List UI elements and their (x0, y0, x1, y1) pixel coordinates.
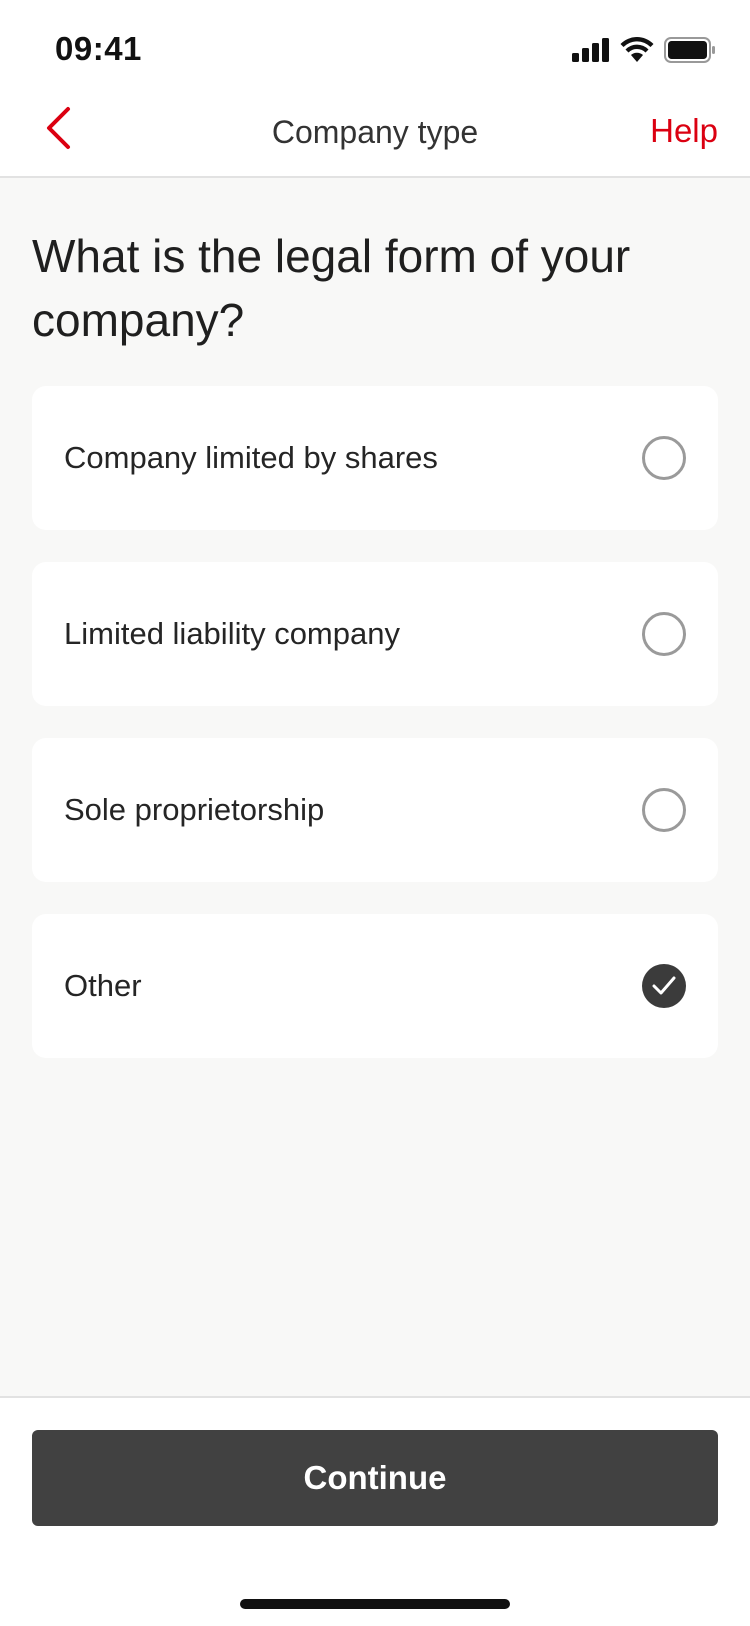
radio-unchecked-icon[interactable] (642, 612, 686, 656)
cellular-signal-icon (572, 37, 610, 67)
continue-button[interactable]: Continue (32, 1430, 718, 1526)
checkmark-icon (652, 976, 676, 995)
status-time: 09:41 (55, 30, 142, 67)
option-limited-liability-company[interactable]: Limited liability company (32, 562, 718, 706)
nav-title: Company type (271, 114, 479, 150)
radio-unchecked-icon[interactable] (642, 436, 686, 480)
option-label: Other (64, 968, 142, 1003)
option-other[interactable]: Other (32, 914, 718, 1058)
nav-bar: Company type Help (0, 88, 750, 178)
help-link[interactable]: Help (650, 112, 718, 150)
home-indicator (240, 1599, 510, 1609)
options-list: Company limited by shares Limited liabil… (32, 386, 718, 1090)
radio-unchecked-icon[interactable] (642, 788, 686, 832)
wifi-icon (620, 36, 654, 68)
status-bar: 09:41 (0, 0, 750, 88)
question-heading: What is the legal form of your company? (32, 230, 631, 346)
option-label: Sole proprietorship (64, 792, 325, 827)
option-label: Company limited by shares (64, 440, 438, 475)
option-label: Limited liability company (64, 616, 400, 651)
battery-icon (664, 36, 716, 68)
footer: Continue (0, 1396, 750, 1626)
option-sole-proprietorship[interactable]: Sole proprietorship (32, 738, 718, 882)
radio-checked-icon[interactable] (642, 964, 686, 1008)
option-company-limited-by-shares[interactable]: Company limited by shares (32, 386, 718, 530)
status-icons (572, 36, 716, 68)
